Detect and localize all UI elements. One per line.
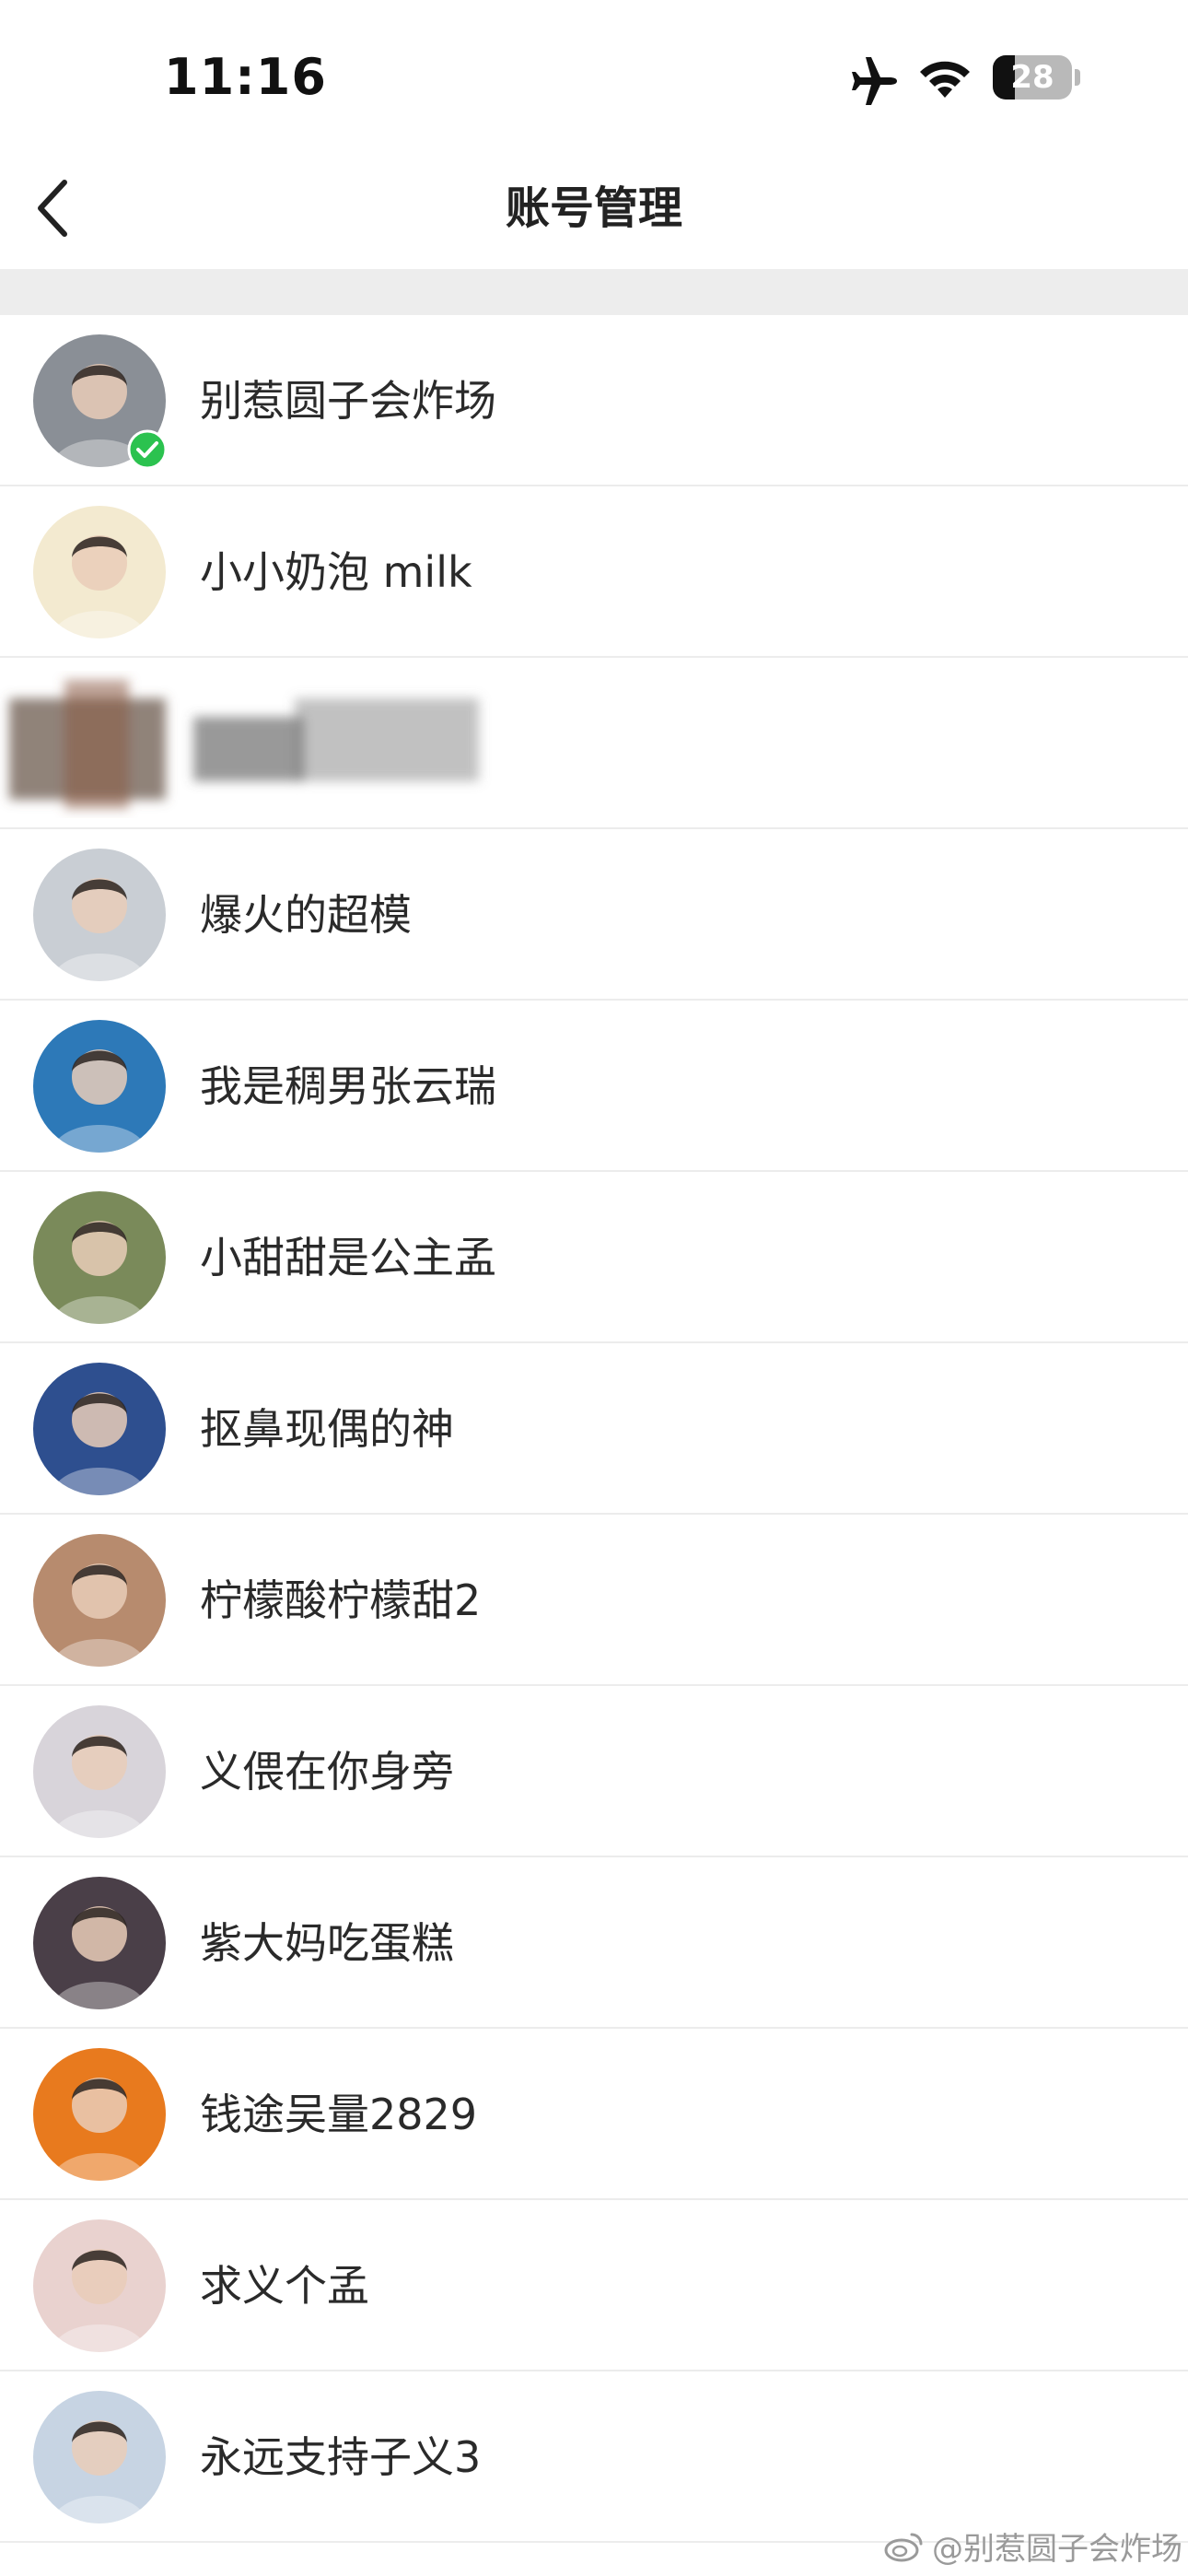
account-name: 钱途吴量2829 [200,2090,478,2139]
avatar [33,506,166,638]
avatar [33,1877,166,2009]
avatar [33,849,166,981]
avatar [33,1363,166,1495]
watermark: @别惹圆子会炸场 [884,2523,1182,2569]
nav-bar: 账号管理 [0,147,1188,269]
avatar [33,2391,166,2523]
account-row[interactable] [0,658,1188,829]
weibo-icon [884,2533,923,2561]
account-row[interactable]: 抠鼻现偶的神 [0,1343,1188,1515]
account-row[interactable]: 别惹圆子会炸场 [0,315,1188,486]
chevron-left-icon [38,180,67,237]
account-name: 柠檬酸柠檬甜2 [200,1575,482,1625]
battery-level: 28 [1010,59,1054,96]
account-row[interactable]: 钱途吴量2829 [0,2029,1188,2200]
account-name: 别惹圆子会炸场 [200,376,496,426]
account-name: 求义个孟 [200,2261,369,2311]
account-row[interactable]: 爆火的超模 [0,829,1188,1001]
account-row[interactable]: 柠檬酸柠檬甜2 [0,1515,1188,1686]
avatar [33,1020,166,1153]
avatar [33,2219,166,2352]
airplane-icon [852,57,897,105]
avatar [33,1705,166,1838]
account-name: 紫大妈吃蛋糕 [200,1918,454,1968]
current-account-check-icon [127,429,168,470]
account-name: 我是稠男张云瑞 [200,1061,496,1111]
redacted-block [9,680,479,809]
watermark-text: @别惹圆子会炸场 [932,2531,1182,2568]
account-list: 别惹圆子会炸场 小小奶泡 milk 爆火的超模我是稠男张云瑞 小甜甜是公主孟 抠鼻现偶的… [0,315,1188,2543]
account-row[interactable]: 小小奶泡 milk [0,486,1188,658]
account-row[interactable]: 我是稠男张云瑞 [0,1001,1188,1172]
account-name: 小甜甜是公主孟 [200,1233,496,1282]
wifi-icon [920,61,970,98]
account-name: 爆火的超模 [200,890,412,940]
avatar [33,2048,166,2181]
back-button[interactable] [18,170,96,247]
section-separator [0,269,1188,315]
account-row[interactable]: 紫大妈吃蛋糕 [0,1857,1188,2029]
status-time: 11:16 [164,48,327,106]
avatar [33,1191,166,1324]
page-title: 账号管理 [505,182,682,234]
account-row[interactable]: 求义个孟 [0,2200,1188,2371]
account-name: 永远支持子义3 [200,2432,482,2482]
account-name: 抠鼻现偶的神 [200,1404,454,1454]
account-row[interactable]: 永远支持子义3 [0,2371,1188,2543]
battery-icon: 28 [993,55,1081,103]
avatar [33,1534,166,1667]
account-name: 义偎在你身旁 [200,1747,454,1797]
account-row[interactable]: 义偎在你身旁 [0,1686,1188,1857]
account-row[interactable]: 小甜甜是公主孟 [0,1172,1188,1343]
status-bar: 11:16 28 [0,0,1188,147]
account-name: 小小奶泡 milk [200,547,472,597]
